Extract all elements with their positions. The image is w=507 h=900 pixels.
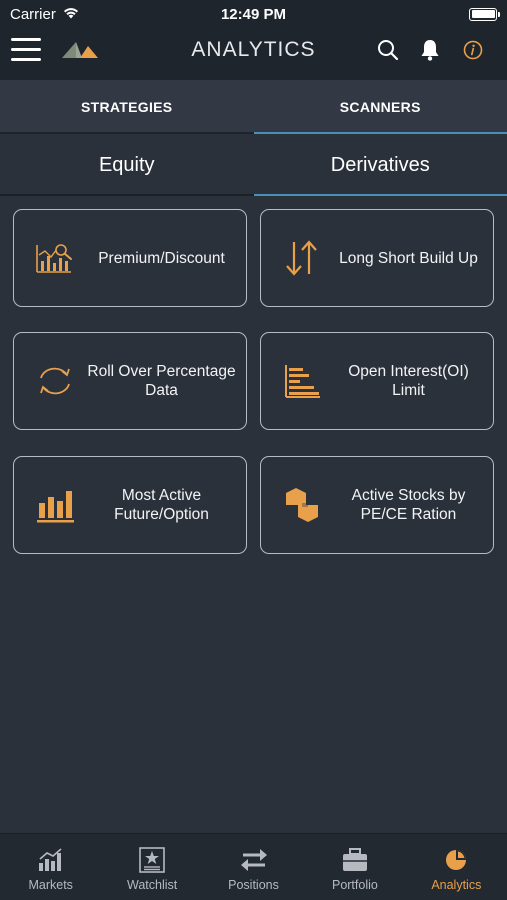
card-active-stocks-pe-ce[interactable]: Active Stocks by PE/CE Ration [260,456,494,554]
bell-icon[interactable] [417,37,443,63]
portfolio-icon [341,847,369,873]
tab-markets[interactable]: Markets [0,834,101,900]
tab-derivatives[interactable]: Derivatives [253,134,507,196]
card-label: Active Stocks by PE/CE Ration [351,487,466,523]
analytics-icon [442,847,470,873]
nav-bar: ANALYTICS [0,28,507,80]
bottom-tab-bar: Markets Watchlist Positions Portfolio An… [0,833,507,900]
horizontal-bars-icon [282,361,322,401]
up-down-arrows-icon [282,238,322,278]
bar-chart-icon [35,485,75,525]
tab-strategies[interactable]: STRATEGIES [0,80,254,134]
tab-analytics[interactable]: Analytics [406,834,507,900]
card-label: Open Interest(OI) Limit [348,363,469,399]
tab-portfolio[interactable]: Portfolio [304,834,405,900]
tab-label: Watchlist [126,878,178,892]
tab-positions[interactable]: Positions [203,834,304,900]
card-open-interest-limit[interactable]: Open Interest(OI) Limit [260,332,494,430]
watchlist-icon [138,847,166,873]
card-label: Roll Over Percentage Data [87,363,236,399]
menu-icon[interactable] [11,38,41,62]
card-label: Premium/Discount [98,249,225,267]
rollover-cycle-icon [35,361,75,401]
tab-label: Markets [28,878,73,892]
tab-watchlist[interactable]: Watchlist [101,834,202,900]
tab-equity[interactable]: Equity [0,134,254,196]
status-bar: Carrier 12:49 PM [0,0,507,28]
card-premium-discount[interactable]: Premium/Discount [13,209,247,307]
card-roll-over-percentage[interactable]: Roll Over Percentage Data [13,332,247,430]
search-icon[interactable] [375,37,401,63]
info-icon[interactable] [460,37,486,63]
card-label: Most Active Future/Option [114,487,209,523]
scanner-tabs: STRATEGIES SCANNERS [0,80,507,134]
battery-icon [469,7,500,21]
wifi-icon [62,6,80,23]
swap-tags-icon [282,485,322,525]
tab-scanners[interactable]: SCANNERS [253,80,507,134]
segment-tabs: Equity Derivatives [0,134,507,196]
card-long-short-build-up[interactable]: Long Short Build Up [260,209,494,307]
card-most-active-future-option[interactable]: Most Active Future/Option [13,456,247,554]
markets-icon [37,847,65,873]
app-logo [62,40,98,65]
card-label: Long Short Build Up [339,249,478,267]
carrier-label: Carrier [10,5,56,23]
positions-icon [240,847,268,873]
tab-label: Portfolio [331,878,378,892]
tab-label: Positions [228,878,279,892]
chart-magnifier-icon [35,238,75,278]
status-time: 12:49 PM [220,5,287,23]
tab-label: Analytics [431,878,482,892]
